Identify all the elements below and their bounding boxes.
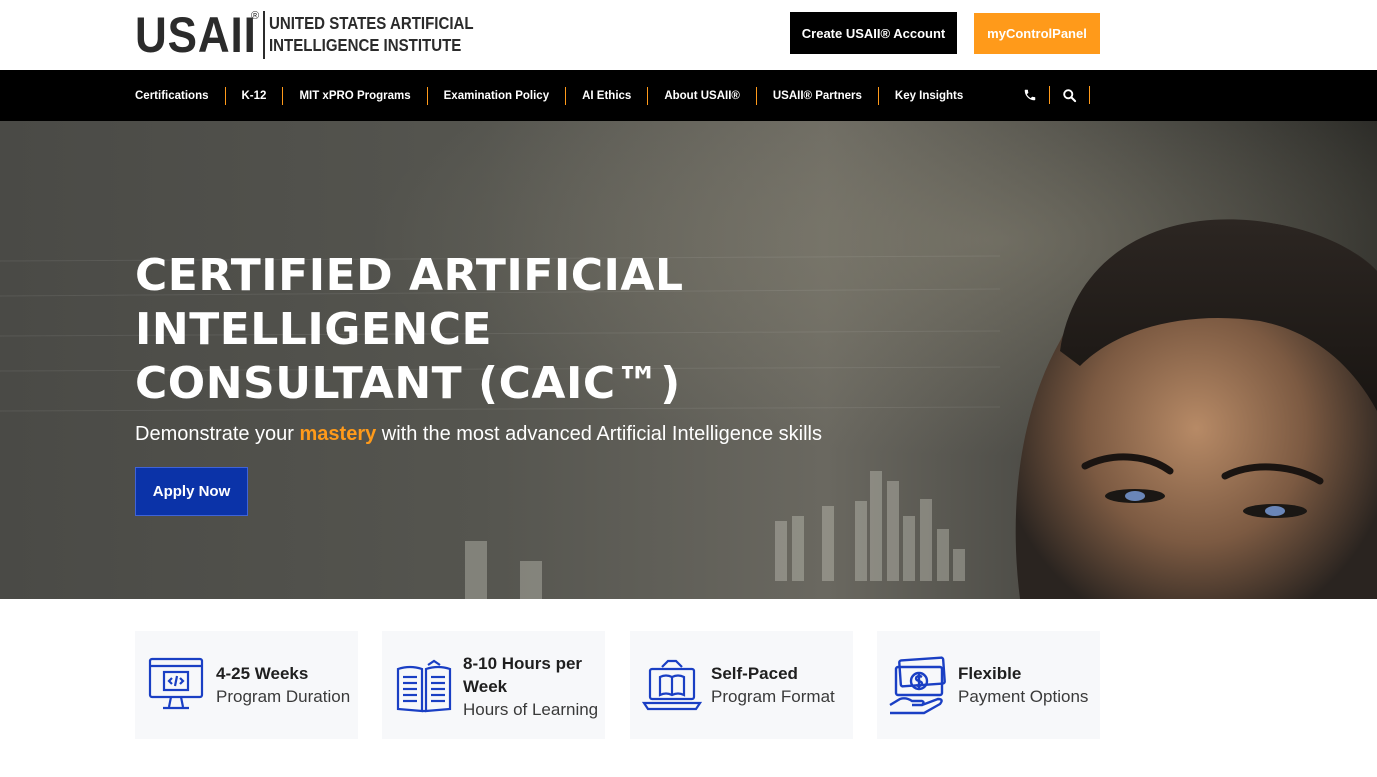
feature-subtitle: Program Format [711, 687, 835, 706]
hero-title: CERTIFIED ARTIFICIAL INTELLIGENCE CONSUL… [135, 249, 835, 411]
laptop-book-icon [642, 659, 702, 711]
search-icon[interactable] [1050, 86, 1090, 104]
feature-card-hours: 8-10 Hours per Week Hours of Learning [382, 631, 605, 739]
hero-subtitle: Demonstrate your mastery with the most a… [135, 423, 822, 446]
hero-subtitle-after: with the most advanced Artificial Intell… [376, 423, 822, 445]
feature-title: Self-Paced [711, 664, 798, 683]
feature-title: Flexible [958, 664, 1022, 683]
logo-mark: USAII [135, 7, 257, 63]
feature-subtitle: Program Duration [216, 687, 351, 706]
main-nav: Certifications K-12 MIT xPRO Programs Ex… [0, 70, 1377, 121]
feature-card-format: Self-Paced Program Format [630, 631, 853, 739]
hero-title-line-2: INTELLIGENCE [135, 304, 493, 355]
nav-item-examination-policy[interactable]: Examination Policy [428, 86, 567, 105]
top-header: USAII ® UNITED STATES ARTIFICIAL INTELLI… [0, 0, 1377, 70]
feature-text: Flexible Payment Options [958, 662, 1088, 708]
nav-item-key-insights[interactable]: Key Insights [879, 87, 979, 105]
feature-title: 8-10 Hours per Week [463, 654, 583, 696]
program-features: 4-25 Weeks Program Duration 8-10 Hours p… [135, 631, 1100, 741]
hero-subtitle-accent: mastery [299, 423, 377, 445]
nav-item-partners[interactable]: USAII® Partners [757, 86, 879, 105]
apply-now-button[interactable]: Apply Now [135, 467, 248, 516]
nav-item-mit-xpro[interactable]: MIT xPRO Programs [283, 86, 428, 105]
nav-item-certifications[interactable]: Certifications [135, 86, 226, 105]
nav-item-ai-ethics[interactable]: AI Ethics [566, 86, 649, 105]
my-control-panel-button[interactable]: myControlPanel [974, 13, 1100, 54]
hero-subtitle-before: Demonstrate your [135, 423, 300, 445]
logo-divider [263, 11, 265, 59]
nav-item-about[interactable]: About USAII® [648, 86, 757, 105]
nav-icons [1010, 86, 1090, 104]
feature-subtitle: Payment Options [958, 687, 1089, 706]
phone-icon[interactable] [1010, 86, 1050, 104]
feature-subtitle: Hours of Learning [463, 700, 599, 719]
logo-institute-name: UNITED STATES ARTIFICIAL INTELLIGENCE IN… [269, 12, 474, 56]
hero-title-line-3: CONSULTANT (CAIC™) [135, 358, 681, 409]
logo-line-1: UNITED STATES ARTIFICIAL [269, 13, 474, 33]
nav-list: Certifications K-12 MIT xPRO Programs Ex… [135, 70, 979, 121]
usaii-logo[interactable]: USAII ® UNITED STATES ARTIFICIAL INTELLI… [135, 7, 474, 63]
feature-text: 8-10 Hours per Week Hours of Learning [463, 652, 603, 721]
feature-card-duration: 4-25 Weeks Program Duration [135, 631, 358, 739]
code-monitor-icon [148, 657, 204, 710]
money-hand-icon [889, 656, 946, 715]
feature-text: 4-25 Weeks Program Duration [216, 662, 350, 708]
hero-title-line-1: CERTIFIED ARTIFICIAL [135, 250, 684, 301]
feature-text: Self-Paced Program Format [711, 662, 835, 708]
nav-item-k12[interactable]: K-12 [226, 86, 284, 105]
feature-title: 4-25 Weeks [216, 664, 309, 683]
create-account-button[interactable]: Create USAII® Account [790, 12, 957, 54]
feature-card-payment: Flexible Payment Options [877, 631, 1100, 739]
logo-registered-mark: ® [251, 10, 260, 22]
hero-banner: CERTIFIED ARTIFICIAL INTELLIGENCE CONSUL… [0, 121, 1377, 599]
open-book-icon [396, 659, 452, 713]
logo-line-2: INTELLIGENCE INSTITUTE [269, 35, 462, 55]
